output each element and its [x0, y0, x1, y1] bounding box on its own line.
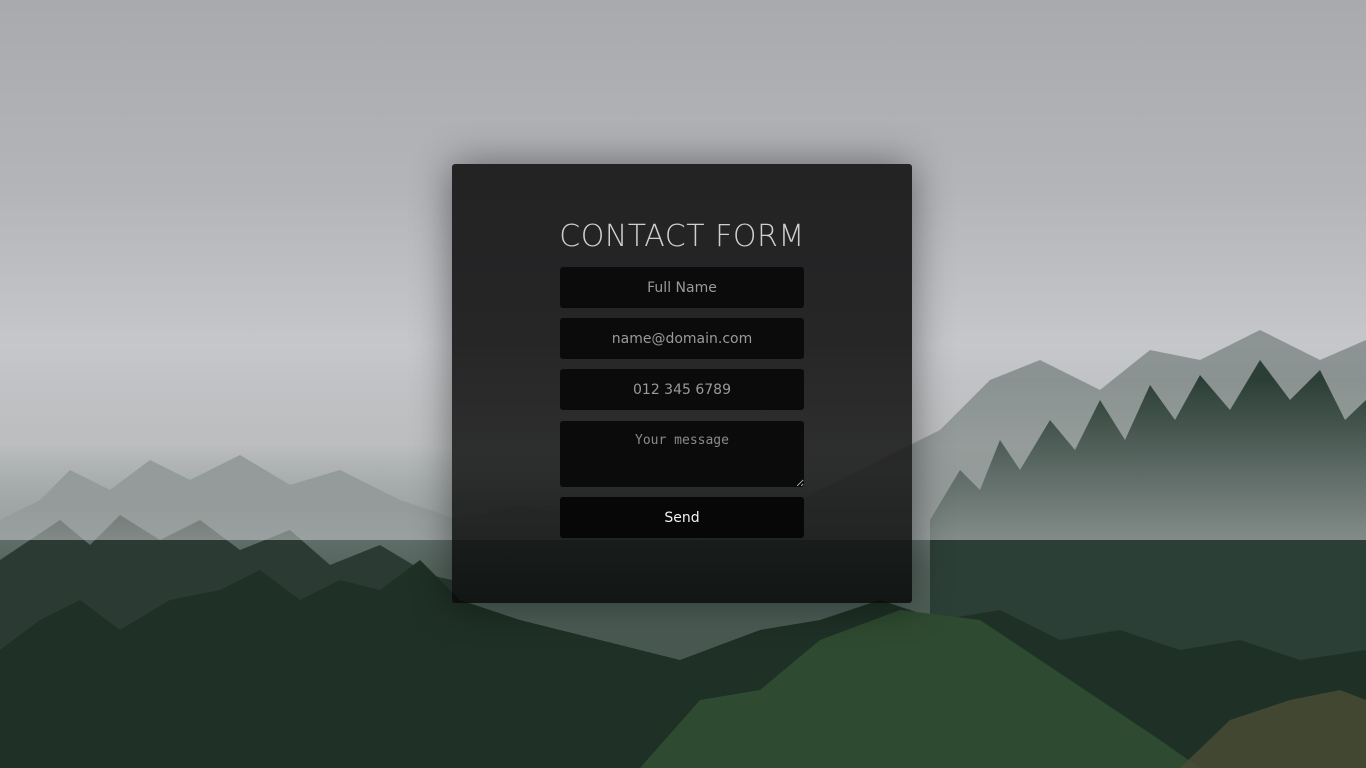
contact-form-panel: CONTACT FORM Send — [452, 164, 912, 603]
message-textarea[interactable] — [560, 421, 804, 487]
phone-input[interactable] — [560, 369, 804, 410]
send-button[interactable]: Send — [560, 497, 804, 538]
contact-form-title: CONTACT FORM — [559, 219, 805, 254]
full-name-input[interactable] — [560, 267, 804, 308]
email-input[interactable] — [560, 318, 804, 359]
